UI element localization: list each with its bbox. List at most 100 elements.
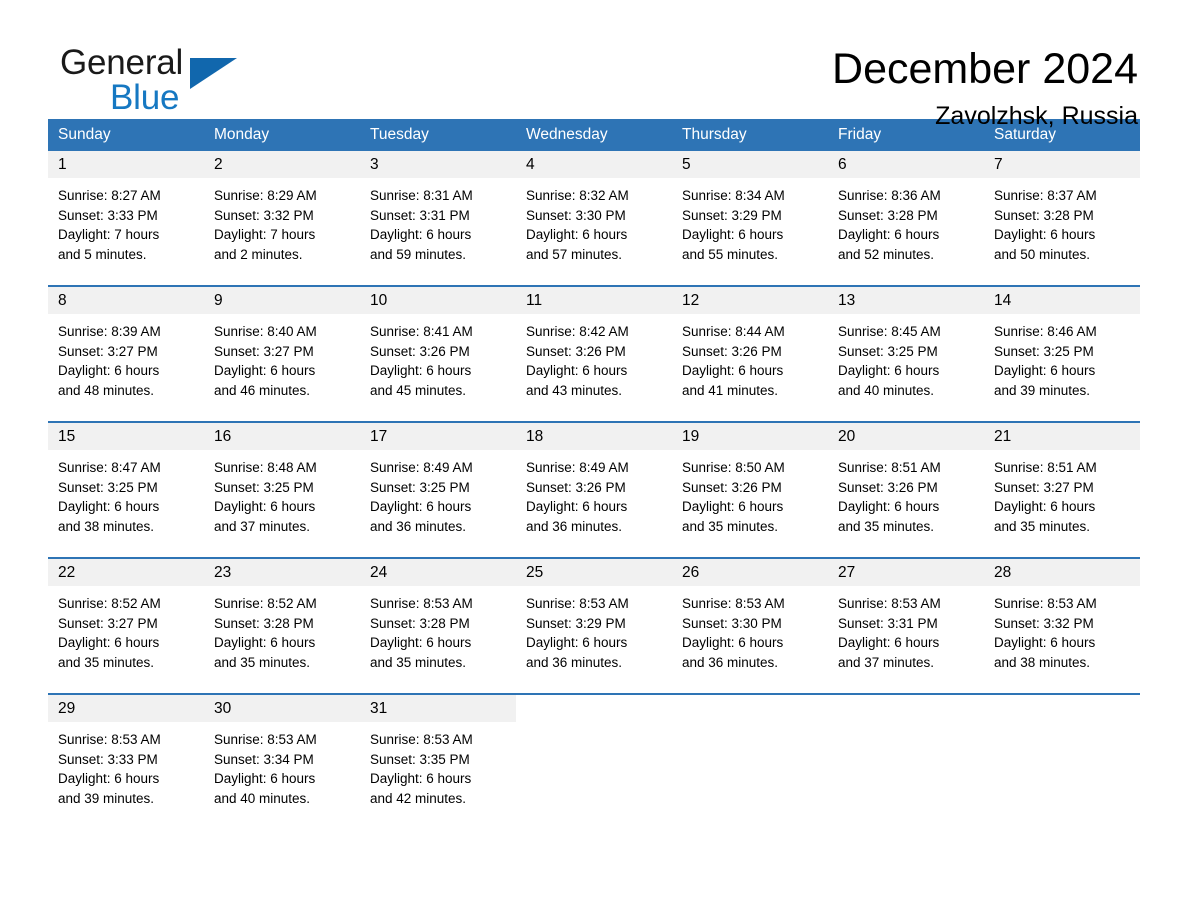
day-cell[interactable]: 20 Sunrise: 8:51 AM Sunset: 3:26 PM Dayligh… xyxy=(828,423,984,557)
sunrise-text: Sunrise: 8:53 AM xyxy=(682,596,785,611)
day-info: Sunrise: 8:45 AM Sunset: 3:25 PM Daylight:… xyxy=(828,314,984,400)
daylight-text-line1: Daylight: 6 hours xyxy=(214,635,316,651)
sunrise-text: Sunrise: 8:49 AM xyxy=(370,460,473,475)
day-info: Sunrise: 8:53 AM Sunset: 3:31 PM Daylight:… xyxy=(828,586,984,672)
sunrise-text: Sunrise: 8:49 AM xyxy=(526,460,629,475)
day-number: 16 xyxy=(204,423,360,450)
day-cell[interactable]: 26 Sunrise: 8:53 AM Sunset: 3:30 PM Dayligh… xyxy=(672,559,828,693)
daylight-text-line1: Daylight: 6 hours xyxy=(214,363,316,379)
sunset-text: Sunset: 3:25 PM xyxy=(58,479,158,495)
day-number: 25 xyxy=(516,559,672,586)
daylight-text-line2: and 38 minutes. xyxy=(58,518,155,534)
daylight-text-line2: and 39 minutes. xyxy=(994,382,1091,398)
day-info: Sunrise: 8:46 AM Sunset: 3:25 PM Daylight:… xyxy=(984,314,1140,400)
day-cell[interactable]: 9 Sunrise: 8:40 AM Sunset: 3:27 PM Daylight… xyxy=(204,287,360,421)
day-cell[interactable]: 1 Sunrise: 8:27 AM Sunset: 3:33 PM Daylight… xyxy=(48,151,204,285)
sunset-text: Sunset: 3:29 PM xyxy=(526,615,626,631)
daylight-text-line1: Daylight: 6 hours xyxy=(370,227,472,243)
calendar-weeks: 1 Sunrise: 8:27 AM Sunset: 3:33 PM Daylight… xyxy=(48,151,1140,829)
daylight-text-line1: Daylight: 6 hours xyxy=(370,635,472,651)
day-info: Sunrise: 8:31 AM Sunset: 3:31 PM Daylight:… xyxy=(360,178,516,264)
day-cell[interactable]: 15 Sunrise: 8:47 AM Sunset: 3:25 PM Dayligh… xyxy=(48,423,204,557)
day-number: 3 xyxy=(360,151,516,178)
day-cell[interactable]: 27 Sunrise: 8:53 AM Sunset: 3:31 PM Dayligh… xyxy=(828,559,984,693)
day-cell[interactable]: 11 Sunrise: 8:42 AM Sunset: 3:26 PM Dayligh… xyxy=(516,287,672,421)
day-cell[interactable]: 21 Sunrise: 8:51 AM Sunset: 3:27 PM Dayligh… xyxy=(984,423,1140,557)
daylight-text-line2: and 35 minutes. xyxy=(58,654,155,670)
sunrise-text: Sunrise: 8:29 AM xyxy=(214,188,317,203)
day-cell[interactable]: 19 Sunrise: 8:50 AM Sunset: 3:26 PM Dayligh… xyxy=(672,423,828,557)
sunset-text: Sunset: 3:26 PM xyxy=(682,479,782,495)
day-cell[interactable]: 12 Sunrise: 8:44 AM Sunset: 3:26 PM Dayligh… xyxy=(672,287,828,421)
day-cell[interactable]: 4 Sunrise: 8:32 AM Sunset: 3:30 PM Daylight… xyxy=(516,151,672,285)
sunset-text: Sunset: 3:25 PM xyxy=(370,479,470,495)
daylight-text-line1: Daylight: 6 hours xyxy=(994,635,1096,651)
sunrise-text: Sunrise: 8:53 AM xyxy=(370,732,473,747)
sunrise-text: Sunrise: 8:44 AM xyxy=(682,324,785,339)
day-info xyxy=(984,722,1140,730)
day-cell[interactable]: 18 Sunrise: 8:49 AM Sunset: 3:26 PM Dayligh… xyxy=(516,423,672,557)
day-number: 24 xyxy=(360,559,516,586)
day-cell[interactable]: 16 Sunrise: 8:48 AM Sunset: 3:25 PM Dayligh… xyxy=(204,423,360,557)
sunset-text: Sunset: 3:25 PM xyxy=(994,343,1094,359)
day-info: Sunrise: 8:53 AM Sunset: 3:29 PM Daylight:… xyxy=(516,586,672,672)
day-cell[interactable]: 23 Sunrise: 8:52 AM Sunset: 3:28 PM Dayligh… xyxy=(204,559,360,693)
daylight-text-line1: Daylight: 6 hours xyxy=(58,771,160,787)
day-number: 6 xyxy=(828,151,984,178)
day-cell[interactable]: 29 Sunrise: 8:53 AM Sunset: 3:33 PM Dayligh… xyxy=(48,695,204,829)
day-cell[interactable]: 7 Sunrise: 8:37 AM Sunset: 3:28 PM Daylight… xyxy=(984,151,1140,285)
day-cell[interactable]: 17 Sunrise: 8:49 AM Sunset: 3:25 PM Dayligh… xyxy=(360,423,516,557)
sunset-text: Sunset: 3:33 PM xyxy=(58,207,158,223)
day-cell[interactable]: 30 Sunrise: 8:53 AM Sunset: 3:34 PM Dayligh… xyxy=(204,695,360,829)
day-cell[interactable]: 3 Sunrise: 8:31 AM Sunset: 3:31 PM Daylight… xyxy=(360,151,516,285)
sunrise-text: Sunrise: 8:53 AM xyxy=(526,596,629,611)
daylight-text-line1: Daylight: 6 hours xyxy=(838,363,940,379)
daylight-text-line2: and 40 minutes. xyxy=(214,790,311,806)
day-cell[interactable]: 25 Sunrise: 8:53 AM Sunset: 3:29 PM Dayligh… xyxy=(516,559,672,693)
day-info: Sunrise: 8:27 AM Sunset: 3:33 PM Daylight:… xyxy=(48,178,204,264)
sunrise-text: Sunrise: 8:32 AM xyxy=(526,188,629,203)
day-number: 12 xyxy=(672,287,828,314)
daylight-text-line2: and 43 minutes. xyxy=(526,382,623,398)
day-number xyxy=(672,695,828,722)
day-cell[interactable]: 6 Sunrise: 8:36 AM Sunset: 3:28 PM Daylight… xyxy=(828,151,984,285)
daylight-text-line1: Daylight: 6 hours xyxy=(526,363,628,379)
daylight-text-line1: Daylight: 6 hours xyxy=(370,771,472,787)
daylight-text-line2: and 40 minutes. xyxy=(838,382,935,398)
daylight-text-line1: Daylight: 7 hours xyxy=(58,227,160,243)
day-cell[interactable]: 14 Sunrise: 8:46 AM Sunset: 3:25 PM Dayligh… xyxy=(984,287,1140,421)
general-blue-logo[interactable]: General Blue xyxy=(48,44,248,130)
daylight-text-line1: Daylight: 6 hours xyxy=(58,363,160,379)
day-cell[interactable]: 22 Sunrise: 8:52 AM Sunset: 3:27 PM Dayligh… xyxy=(48,559,204,693)
day-cell[interactable]: 13 Sunrise: 8:45 AM Sunset: 3:25 PM Dayligh… xyxy=(828,287,984,421)
daylight-text-line2: and 52 minutes. xyxy=(838,246,935,262)
day-cell[interactable]: 8 Sunrise: 8:39 AM Sunset: 3:27 PM Daylight… xyxy=(48,287,204,421)
sunset-text: Sunset: 3:32 PM xyxy=(994,615,1094,631)
day-cell[interactable]: 31 Sunrise: 8:53 AM Sunset: 3:35 PM Dayligh… xyxy=(360,695,516,829)
daylight-text-line2: and 55 minutes. xyxy=(682,246,779,262)
daylight-text-line1: Daylight: 6 hours xyxy=(838,227,940,243)
day-cell[interactable]: 2 Sunrise: 8:29 AM Sunset: 3:32 PM Daylight… xyxy=(204,151,360,285)
sunset-text: Sunset: 3:29 PM xyxy=(682,207,782,223)
day-info: Sunrise: 8:49 AM Sunset: 3:25 PM Daylight:… xyxy=(360,450,516,536)
sunset-text: Sunset: 3:31 PM xyxy=(838,615,938,631)
day-cell[interactable]: 24 Sunrise: 8:53 AM Sunset: 3:28 PM Dayligh… xyxy=(360,559,516,693)
daylight-text-line1: Daylight: 6 hours xyxy=(682,499,784,515)
day-cell[interactable]: 5 Sunrise: 8:34 AM Sunset: 3:29 PM Daylight… xyxy=(672,151,828,285)
day-number: 9 xyxy=(204,287,360,314)
day-info: Sunrise: 8:53 AM Sunset: 3:32 PM Daylight:… xyxy=(984,586,1140,672)
day-cell[interactable]: 28 Sunrise: 8:53 AM Sunset: 3:32 PM Dayligh… xyxy=(984,559,1140,693)
day-number: 11 xyxy=(516,287,672,314)
day-info xyxy=(516,722,672,730)
sunrise-text: Sunrise: 8:40 AM xyxy=(214,324,317,339)
day-number: 26 xyxy=(672,559,828,586)
sunset-text: Sunset: 3:25 PM xyxy=(838,343,938,359)
sunset-text: Sunset: 3:28 PM xyxy=(370,615,470,631)
day-cell[interactable]: 10 Sunrise: 8:41 AM Sunset: 3:26 PM Dayligh… xyxy=(360,287,516,421)
sunset-text: Sunset: 3:30 PM xyxy=(526,207,626,223)
day-info: Sunrise: 8:53 AM Sunset: 3:35 PM Daylight:… xyxy=(360,722,516,808)
weekday-header-saturday: Saturday xyxy=(994,126,1057,143)
day-info: Sunrise: 8:52 AM Sunset: 3:28 PM Daylight:… xyxy=(204,586,360,672)
day-info: Sunrise: 8:29 AM Sunset: 3:32 PM Daylight:… xyxy=(204,178,360,264)
day-number xyxy=(828,695,984,722)
